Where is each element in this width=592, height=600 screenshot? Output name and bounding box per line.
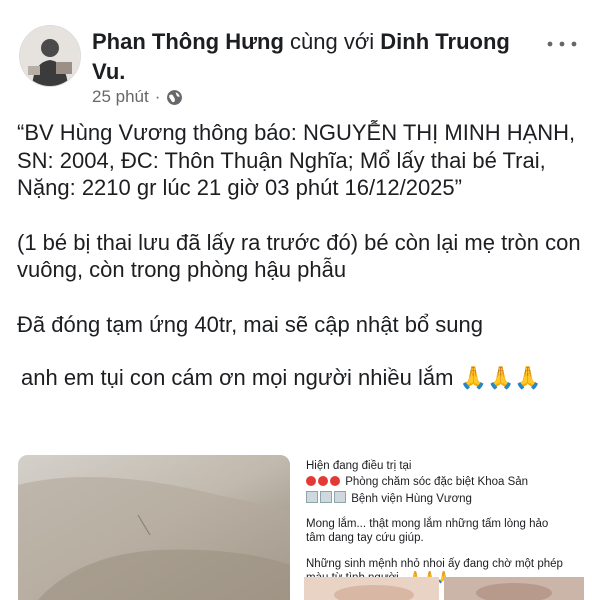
post-paragraph: “BV Hùng Vương thông báo: NGUYỄN THỊ MIN… bbox=[17, 120, 576, 200]
more-horizontal-icon bbox=[547, 41, 577, 47]
photo-content bbox=[18, 455, 290, 600]
hospital-icon bbox=[320, 491, 332, 503]
hospital-icon bbox=[334, 491, 346, 503]
post-header: Phan Thông Hưng cùng với Dinh Truong Vu.… bbox=[0, 0, 592, 115]
globe-icon bbox=[167, 89, 183, 105]
author-line: Phan Thông Hưng cùng với Dinh Truong Vu. bbox=[92, 27, 532, 87]
with-text: cùng với bbox=[290, 29, 375, 54]
meta-separator: · bbox=[154, 87, 161, 106]
post-meta: 25 phút · bbox=[92, 87, 183, 107]
author-name[interactable]: Phan Thông Hưng bbox=[92, 29, 284, 54]
post-paragraph: Đã đóng tạm ứng 40tr, mai sẽ cập nhật bổ… bbox=[17, 311, 484, 337]
attachment-line: Bệnh viện Hùng Vương bbox=[306, 491, 472, 506]
warning-icon bbox=[330, 476, 340, 486]
hospital-icon bbox=[306, 491, 318, 503]
post-time[interactable]: 25 phút bbox=[92, 87, 149, 107]
post-body: “BV Hùng Vương thông báo: NGUYỄN THỊ MIN… bbox=[17, 119, 587, 392]
photo-attachment-1[interactable] bbox=[18, 455, 290, 600]
attachment-line: tâm dang tay cứu giúp. bbox=[306, 532, 424, 544]
post-paragraph: (1 bé bị thai lưu đã lấy ra trước đó) bé… bbox=[17, 229, 581, 283]
attachment-text: Bệnh viện Hùng Vương bbox=[351, 493, 472, 505]
warning-icon bbox=[306, 476, 316, 486]
post-paragraph: anh em tụi con cám ơn mọi người nhiều lắ… bbox=[21, 365, 542, 390]
baby-photos-strip bbox=[304, 577, 584, 600]
attachment-line: Phòng chăm sóc đặc biệt Khoa Sản bbox=[306, 475, 528, 489]
attachment-line: Mong lắm... thật mong lắm những tấm lòng… bbox=[306, 518, 549, 530]
photo-attachment-2[interactable]: Hiện đang điều trị tại Phòng chăm sóc đặ… bbox=[298, 455, 588, 600]
avatar-photo bbox=[20, 26, 80, 86]
more-options-button[interactable] bbox=[540, 34, 584, 54]
author-avatar[interactable] bbox=[19, 25, 81, 87]
warning-icon bbox=[318, 476, 328, 486]
attachment-text: Phòng chăm sóc đặc biệt Khoa Sản bbox=[345, 476, 529, 488]
attachment-line: Những sinh mệnh nhỏ nhoi ấy đang chờ một… bbox=[306, 558, 563, 570]
attachment-line: Hiện đang điều trị tại bbox=[306, 460, 412, 472]
